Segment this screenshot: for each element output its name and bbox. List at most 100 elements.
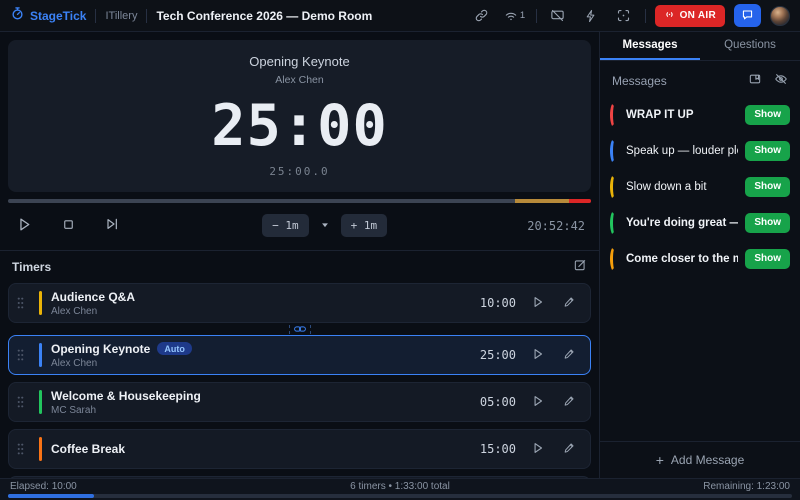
add-message-button[interactable]: + Add Message xyxy=(600,441,800,478)
timer-color-bar xyxy=(39,437,42,461)
chat-button[interactable] xyxy=(734,4,761,27)
timer-info: Coffee Break xyxy=(51,442,471,456)
focus-icon xyxy=(616,8,631,23)
timer-play-button[interactable] xyxy=(527,438,549,460)
timer-info: Welcome & Housekeeping MC Sarah xyxy=(51,389,471,416)
org-name: ITillery xyxy=(105,10,137,22)
viewer-time-precise: 25:00.0 xyxy=(269,165,329,178)
timer-play-button[interactable] xyxy=(527,391,549,413)
timer-row[interactable]: Opening Keynote Auto Alex Chen 25:00 xyxy=(8,335,591,375)
stop-icon xyxy=(61,217,76,235)
timer-play-button[interactable] xyxy=(527,292,549,314)
share-link-button[interactable] xyxy=(470,4,494,28)
message-row[interactable]: Slow down a bit Show xyxy=(610,170,790,203)
show-message-button[interactable]: Show xyxy=(745,249,790,269)
message-text: You're doing great — ... xyxy=(626,217,738,229)
timer-row[interactable]: Coffee Break 15:00 xyxy=(8,429,591,469)
message-list: WRAP IT UP Show Speak up — louder ple...… xyxy=(600,98,800,275)
top-bar: StageTick ITillery Tech Conference 2026 … xyxy=(0,0,800,32)
flash-button[interactable] xyxy=(579,4,603,28)
dash xyxy=(289,325,290,334)
on-air-label: ON AIR xyxy=(680,10,716,21)
message-color-bar xyxy=(610,246,619,272)
link-icon xyxy=(294,320,306,338)
message-color-bar xyxy=(610,210,619,236)
play-button[interactable] xyxy=(14,216,34,236)
focus-mode-button[interactable] xyxy=(612,4,636,28)
drag-handle-icon[interactable] xyxy=(16,348,30,362)
timer-auto-badge: Auto xyxy=(157,342,192,355)
divider xyxy=(645,9,646,23)
tab-messages[interactable]: Messages xyxy=(600,32,700,60)
link-icon xyxy=(474,8,489,23)
timer-edit-button[interactable] xyxy=(558,292,580,314)
timer-duration: 15:00 xyxy=(480,442,516,456)
timers-summary-label: 6 timers • 1:33:00 total xyxy=(350,481,450,492)
timer-title: Coffee Break xyxy=(51,442,125,456)
message-card-icon xyxy=(748,72,762,89)
viewer-time-display: 25:00 xyxy=(211,98,388,155)
overtime-segment xyxy=(569,199,591,203)
timer-row[interactable]: Audience Q&A Alex Chen 10:00 xyxy=(8,283,591,323)
timers-header: Timers xyxy=(12,260,51,274)
edit-timers-button[interactable] xyxy=(573,258,587,275)
display-off-button[interactable] xyxy=(546,4,570,28)
pencil-icon xyxy=(563,347,576,363)
drag-handle-icon[interactable] xyxy=(16,395,30,409)
message-text: Slow down a bit xyxy=(626,181,738,193)
brand-name: StageTick xyxy=(30,9,86,23)
message-row[interactable]: Come closer to the mic Show xyxy=(610,242,790,275)
play-icon xyxy=(531,347,545,364)
plus-1m-button[interactable]: + 1m xyxy=(341,214,388,237)
wall-clock: 20:52:42 xyxy=(527,219,585,233)
hide-all-button[interactable] xyxy=(774,72,788,89)
drag-handle-icon[interactable] xyxy=(16,442,30,456)
timer-row[interactable]: Welcome & Housekeeping MC Sarah 05:00 xyxy=(8,382,591,422)
connection-status-button[interactable]: 1 xyxy=(503,4,527,28)
dash xyxy=(310,325,311,334)
eye-off-icon xyxy=(774,72,788,89)
divider xyxy=(95,9,96,23)
on-air-button[interactable]: ON AIR xyxy=(655,5,725,27)
pencil-icon xyxy=(563,441,576,457)
show-message-button[interactable]: Show xyxy=(745,177,790,197)
elapsed-label: Elapsed: 10:00 xyxy=(10,481,350,492)
timer-duration: 10:00 xyxy=(480,296,516,310)
elapsed-progress-fill xyxy=(8,494,94,498)
room-title: Tech Conference 2026 — Demo Room xyxy=(156,9,372,23)
adjust-dropdown-button[interactable] xyxy=(315,214,335,237)
connected-count: 1 xyxy=(520,10,525,21)
viewer-timer-speaker: Alex Chen xyxy=(275,74,323,86)
drag-handle-icon[interactable] xyxy=(16,296,30,310)
message-row[interactable]: You're doing great — ... Show xyxy=(610,206,790,239)
app-window: StageTick ITillery Tech Conference 2026 … xyxy=(0,0,800,500)
timer-edit-button[interactable] xyxy=(558,438,580,460)
timer-edit-button[interactable] xyxy=(558,344,580,366)
sidebar: Messages Questions Messages xyxy=(600,32,800,478)
show-message-button[interactable]: Show xyxy=(745,105,790,125)
timer-title: Opening Keynote xyxy=(51,342,150,356)
linked-timers-indicator[interactable] xyxy=(8,323,591,335)
play-icon xyxy=(531,394,545,411)
status-bar: Elapsed: 10:00 6 timers • 1:33:00 total … xyxy=(0,478,800,500)
timer-list: Audience Q&A Alex Chen 10:00 xyxy=(0,281,599,478)
stop-button[interactable] xyxy=(58,216,78,236)
user-avatar[interactable] xyxy=(770,6,790,26)
brand-logo[interactable]: StageTick xyxy=(10,6,86,26)
timer-play-button[interactable] xyxy=(527,344,549,366)
timer-color-bar xyxy=(39,390,42,414)
message-color-bar xyxy=(610,102,619,128)
broadcast-icon xyxy=(664,9,675,23)
minus-1m-button[interactable]: − 1m xyxy=(262,214,309,237)
show-message-button[interactable]: Show xyxy=(745,213,790,233)
message-text: Speak up — louder ple... xyxy=(626,145,738,157)
message-row[interactable]: Speak up — louder ple... Show xyxy=(610,134,790,167)
transport-bar: − 1m + 1m 20:52:42 xyxy=(0,203,599,249)
show-message-button[interactable]: Show xyxy=(745,141,790,161)
skip-next-button[interactable] xyxy=(102,216,122,236)
tab-questions[interactable]: Questions xyxy=(700,32,800,60)
message-row[interactable]: WRAP IT UP Show xyxy=(610,98,790,131)
timer-info: Audience Q&A Alex Chen xyxy=(51,290,471,317)
timer-edit-button[interactable] xyxy=(558,391,580,413)
flash-message-button[interactable] xyxy=(748,72,762,89)
